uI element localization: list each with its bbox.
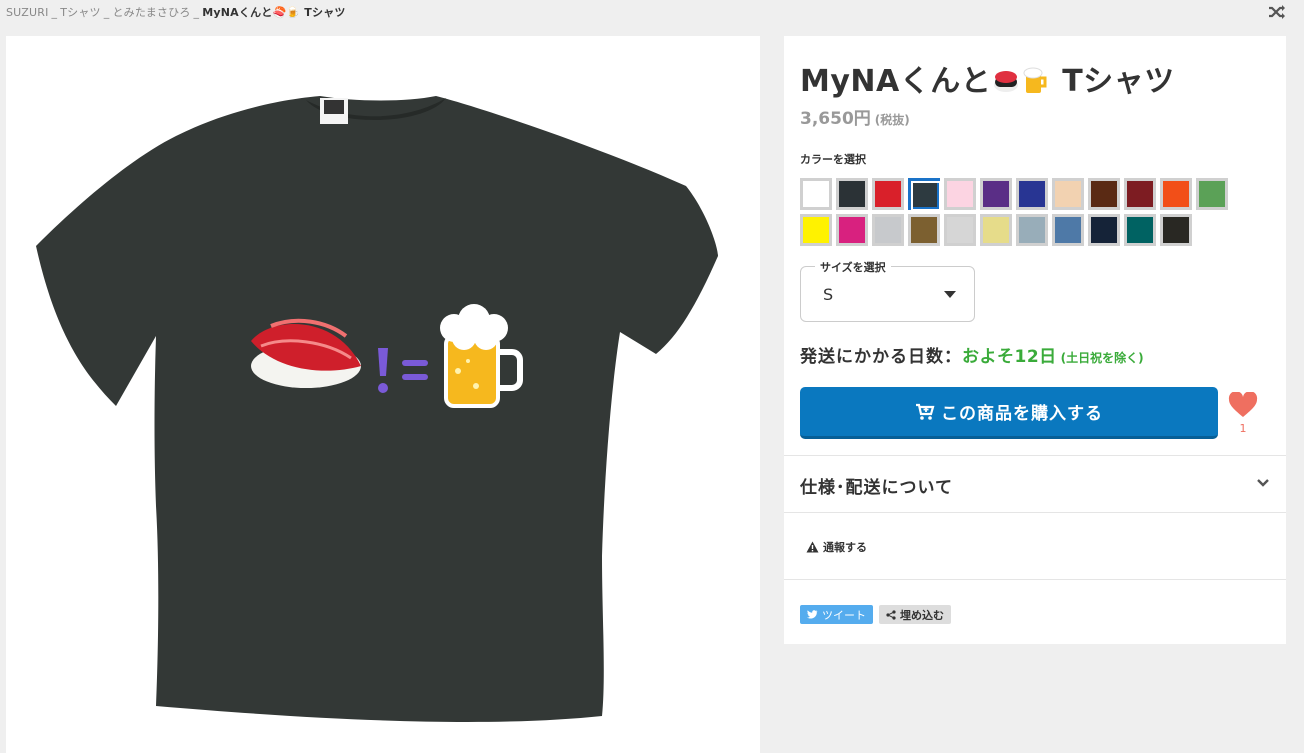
like-button[interactable]: 1 [1228, 391, 1258, 435]
color-swatch[interactable] [1016, 178, 1048, 210]
like-count: 1 [1239, 422, 1247, 435]
report-link[interactable]: 通報する [806, 539, 867, 555]
share-buttons: ツイート 埋め込む [800, 605, 951, 624]
shuffle-icon[interactable] [1268, 4, 1286, 20]
color-swatch[interactable] [944, 214, 976, 246]
twitter-bird-icon [807, 610, 818, 619]
breadcrumb: SUZURI _ Tシャツ _ とみたまさひろ _ MyNAくんと🍣🍺 Tシャツ [6, 6, 346, 19]
cart-icon [916, 403, 935, 420]
color-swatch[interactable] [1160, 178, 1192, 210]
chevron-down-icon [1257, 479, 1269, 487]
color-swatch[interactable] [1016, 214, 1048, 246]
color-swatch[interactable] [800, 178, 832, 210]
size-value: S [823, 285, 834, 304]
price: 3,650円 [800, 109, 871, 129]
shipping-info: 発送にかかる日数：およそ12日 (土日祝を除く) [800, 342, 1144, 367]
color-swatch[interactable] [1196, 178, 1228, 210]
size-label: サイズを選択 [815, 259, 891, 275]
size-select[interactable]: サイズを選択 S [800, 259, 975, 322]
report-label: 通報する [823, 541, 867, 554]
color-swatch[interactable] [944, 178, 976, 210]
color-swatch[interactable] [872, 178, 904, 210]
color-swatch[interactable] [1088, 178, 1120, 210]
buy-button-label: この商品を購入する [941, 404, 1103, 424]
buy-button[interactable]: この商品を購入する [800, 387, 1218, 439]
embed-label: 埋め込む [900, 608, 944, 622]
breadcrumb-item-creator[interactable]: とみたまさひろ [112, 6, 190, 19]
share-icon [886, 609, 896, 620]
color-swatch[interactable] [1160, 214, 1192, 246]
color-label: カラーを選択 [800, 153, 866, 166]
product-image-panel [6, 36, 760, 753]
beer-mug-icon [1021, 65, 1051, 103]
tshirt-image [36, 96, 718, 722]
color-swatch[interactable] [980, 214, 1012, 246]
spec-accordion[interactable]: 仕様･配送について [784, 456, 1286, 512]
shipping-days: およそ12日 [962, 347, 1057, 367]
breadcrumb-current: MyNAくんと🍣🍺 Tシャツ [202, 6, 346, 19]
product-title: MyNAくんと Tシャツ [800, 56, 1175, 103]
color-swatch[interactable] [1124, 214, 1156, 246]
divider [784, 579, 1286, 580]
color-swatch[interactable] [1088, 214, 1120, 246]
color-swatch[interactable] [1052, 214, 1084, 246]
spec-label: 仕様･配送について [800, 478, 953, 498]
sushi-icon [991, 65, 1021, 103]
tweet-label: ツイート [822, 608, 866, 622]
breadcrumb-item-suzuri[interactable]: SUZURI [6, 6, 49, 19]
breadcrumb-item-tshirt[interactable]: Tシャツ [60, 6, 101, 19]
tshirt-shape [36, 96, 718, 722]
color-swatch[interactable] [836, 178, 868, 210]
caret-down-icon [944, 291, 956, 298]
color-swatches [800, 178, 1250, 246]
color-swatch[interactable] [1052, 178, 1084, 210]
color-swatch[interactable] [908, 214, 940, 246]
color-swatch[interactable] [908, 178, 940, 210]
color-swatch[interactable] [872, 214, 904, 246]
tax-note: (税抜) [874, 113, 910, 127]
tweet-button[interactable]: ツイート [800, 605, 873, 624]
shipping-label: 発送にかかる日数： [800, 347, 962, 367]
heart-icon [1228, 391, 1258, 417]
product-info-panel: MyNAくんと Tシャツ 3,650円 (税抜) カラーを選択 サイズを選択 S … [784, 36, 1286, 644]
color-swatch[interactable] [800, 214, 832, 246]
shipping-note: (土日祝を除く) [1060, 351, 1144, 365]
price-row: 3,650円 (税抜) [800, 104, 910, 129]
warning-icon [806, 541, 819, 553]
divider [784, 512, 1286, 513]
color-swatch[interactable] [1124, 178, 1156, 210]
embed-button[interactable]: 埋め込む [879, 605, 951, 624]
color-swatch[interactable] [980, 178, 1012, 210]
color-swatch[interactable] [836, 214, 868, 246]
